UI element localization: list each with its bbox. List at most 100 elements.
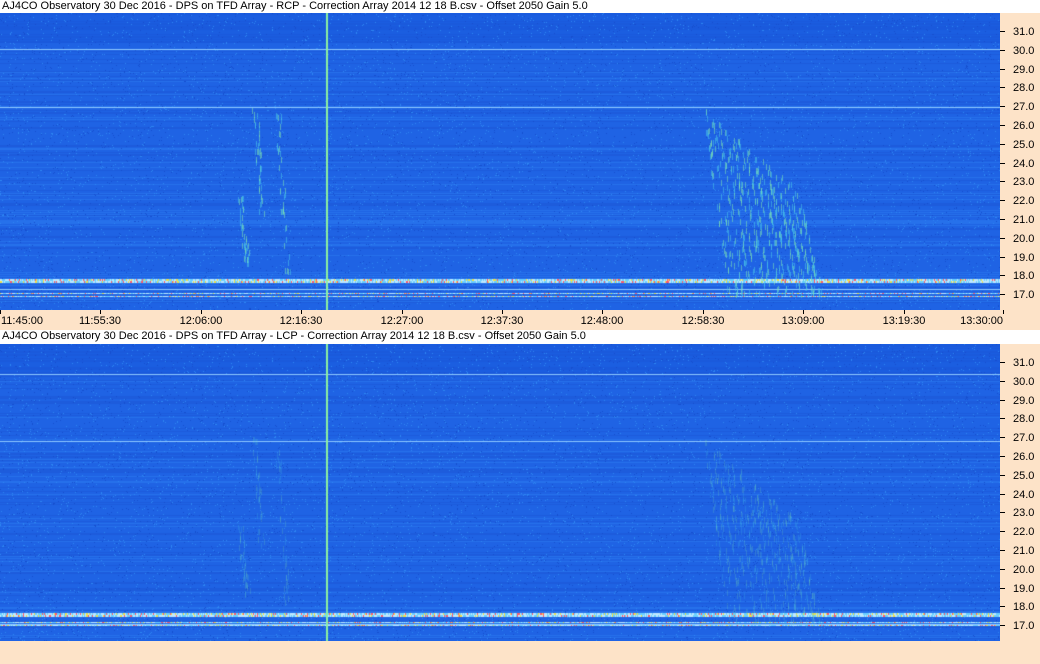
bottom-strip: [0, 641, 1040, 664]
y-tick-text: 19.0: [1013, 582, 1035, 595]
x-tick-text: 12:06:00: [179, 315, 223, 327]
y-tick-mark: [1000, 568, 1005, 570]
y-tick-label: 19.0: [1000, 251, 1040, 265]
y-tick-text: 26.0: [1013, 120, 1035, 132]
y-tick-label: 18.0: [1000, 600, 1040, 614]
y-tick-text: 25.0: [1013, 469, 1035, 482]
y-tick-label: 20.0: [1000, 563, 1040, 577]
y-tick-label: 29.0: [1000, 63, 1040, 77]
rcp-panel-title: AJ4CO Observatory 30 Dec 2016 - DPS on T…: [0, 0, 1040, 13]
y-tick-text: 21.0: [1013, 545, 1035, 557]
y-tick-label: 28.0: [1000, 412, 1040, 426]
y-tick-text: 19.0: [1013, 251, 1035, 264]
y-tick-label: 21.0: [1000, 544, 1040, 558]
y-tick-label: 17.0: [1000, 619, 1040, 633]
y-tick-mark: [1000, 125, 1005, 126]
y-tick-label: 29.0: [1000, 394, 1040, 408]
y-tick-text: 18.0: [1013, 270, 1035, 283]
y-tick-mark: [1000, 275, 1005, 277]
y-tick-mark: [1000, 456, 1005, 457]
y-tick-mark: [1000, 587, 1005, 589]
y-tick-label: 30.0: [1000, 375, 1040, 389]
y-tick-mark: [1000, 362, 1005, 363]
y-tick-label: 21.0: [1000, 213, 1040, 227]
y-tick-text: 28.0: [1013, 82, 1035, 95]
y-tick-mark: [1000, 200, 1005, 202]
y-tick-mark: [1000, 437, 1005, 439]
x-tick-mark: [402, 310, 403, 314]
x-tick-mark: [502, 310, 503, 314]
x-tick-text: 13:19:30: [882, 315, 926, 327]
y-tick-mark: [1000, 237, 1005, 239]
y-tick-text: 20.0: [1013, 232, 1035, 245]
x-tick-mark: [1003, 310, 1004, 314]
y-tick-mark: [1000, 219, 1005, 220]
rcp-spectrogram: [0, 13, 1000, 310]
y-tick-text: 27.0: [1013, 432, 1035, 445]
x-tick-text: 11:55:30: [78, 315, 122, 327]
y-tick-mark: [1000, 256, 1005, 258]
y-tick-mark: [1000, 550, 1005, 551]
x-tick-text: 13:09:00: [781, 315, 825, 327]
y-tick-mark: [1000, 162, 1005, 164]
y-tick-mark: [1000, 531, 1005, 533]
y-tick-mark: [1000, 493, 1005, 495]
y-tick-text: 31.0: [1013, 26, 1035, 38]
x-tick-text: 13:30:00: [960, 315, 1003, 327]
y-tick-label: 24.0: [1000, 488, 1040, 502]
x-tick-mark: [201, 310, 202, 314]
y-tick-text: 23.0: [1013, 507, 1035, 520]
y-tick-label: 26.0: [1000, 119, 1040, 133]
x-tick-text: 12:37:30: [480, 315, 524, 327]
y-tick-text: 29.0: [1013, 63, 1035, 76]
y-tick-mark: [1000, 474, 1005, 476]
y-tick-label: 26.0: [1000, 450, 1040, 464]
lcp-panel-title: AJ4CO Observatory 30 Dec 2016 - DPS on T…: [0, 330, 1040, 343]
y-tick-mark: [1000, 143, 1005, 145]
y-tick-text: 24.0: [1013, 488, 1035, 501]
y-tick-label: 25.0: [1000, 469, 1040, 483]
y-tick-label: 17.0: [1000, 288, 1040, 302]
x-tick-text: 12:58:30: [681, 315, 725, 327]
y-tick-text: 22.0: [1013, 526, 1035, 539]
y-tick-text: 22.0: [1013, 195, 1035, 208]
rcp-frequency-axis: 31.0 30.0 29.0 28.0 27.0 26.0 25.0 24.0 23.0 22.0…: [1000, 13, 1040, 310]
y-tick-label: 23.0: [1000, 175, 1040, 189]
y-tick-mark: [1000, 399, 1005, 401]
y-tick-text: 26.0: [1013, 451, 1035, 463]
y-tick-mark: [1000, 625, 1005, 627]
y-tick-text: 17.0: [1013, 289, 1035, 302]
y-tick-text: 21.0: [1013, 214, 1035, 226]
y-tick-text: 29.0: [1013, 394, 1035, 407]
x-tick-text: 12:16:30: [279, 315, 323, 327]
x-tick-mark: [301, 310, 302, 314]
time-axis: 11:45:00 11:55:30 12:06:00 12:16:30 12:27:00…: [0, 310, 1040, 330]
y-tick-label: 20.0: [1000, 232, 1040, 246]
y-tick-label: 24.0: [1000, 157, 1040, 171]
y-tick-label: 31.0: [1000, 356, 1040, 370]
y-tick-label: 27.0: [1000, 431, 1040, 445]
y-tick-mark: [1000, 49, 1005, 51]
y-tick-mark: [1000, 106, 1005, 108]
lcp-frequency-axis: 31.0 30.0 29.0 28.0 27.0 26.0 25.0 24.0 23.0 22.0…: [1000, 344, 1040, 641]
y-tick-text: 18.0: [1013, 601, 1035, 614]
y-tick-text: 24.0: [1013, 157, 1035, 170]
y-tick-label: 25.0: [1000, 138, 1040, 152]
y-tick-text: 23.0: [1013, 176, 1035, 189]
y-tick-text: 25.0: [1013, 138, 1035, 151]
x-tick-mark: [0, 310, 1, 314]
y-tick-text: 17.0: [1013, 620, 1035, 633]
y-tick-text: 27.0: [1013, 101, 1035, 114]
y-tick-mark: [1000, 31, 1005, 32]
x-tick-text: 12:27:00: [380, 315, 424, 327]
x-tick-mark: [703, 310, 704, 314]
lcp-spectrogram: [0, 344, 1000, 641]
y-tick-mark: [1000, 68, 1005, 70]
y-tick-label: 18.0: [1000, 269, 1040, 283]
y-tick-label: 31.0: [1000, 25, 1040, 39]
y-tick-mark: [1000, 512, 1005, 514]
y-tick-label: 22.0: [1000, 194, 1040, 208]
y-tick-label: 23.0: [1000, 506, 1040, 520]
x-tick-mark: [904, 310, 905, 314]
y-tick-mark: [1000, 181, 1005, 183]
